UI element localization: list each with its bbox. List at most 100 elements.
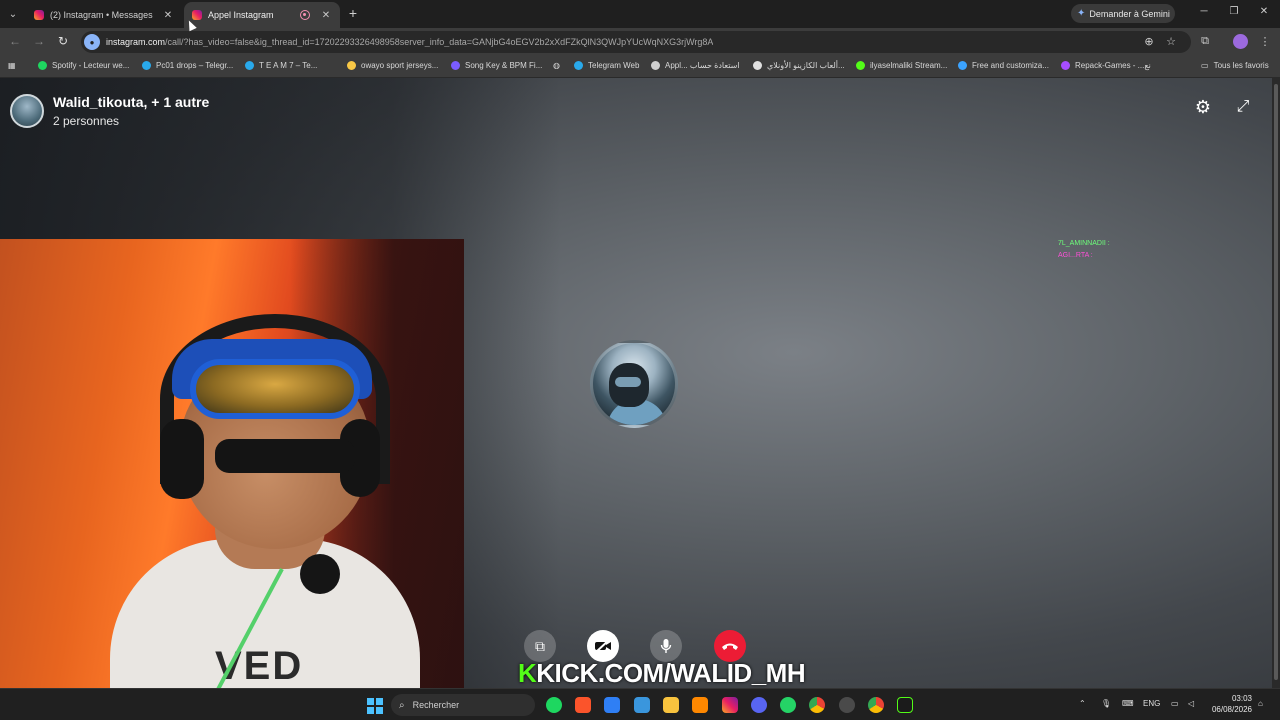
stake-icon xyxy=(753,61,762,70)
settings-gear-icon[interactable]: ⚙ xyxy=(1193,97,1213,117)
zoom-icon[interactable]: ⊕ xyxy=(1142,35,1156,48)
bookmark-item[interactable]: T E A M 7 – Te... xyxy=(245,61,317,70)
bookmark-item[interactable]: Song Key & BPM Fi... xyxy=(451,61,542,70)
window-close-icon[interactable]: ✕ xyxy=(1257,6,1271,17)
telegram-icon xyxy=(574,61,583,70)
songkey-icon xyxy=(451,61,460,70)
call-header: Walid_tikouta, + 1 autre 2 personnes xyxy=(10,94,209,128)
chat-line: AGI...RTA : xyxy=(1058,252,1093,259)
volume-icon[interactable]: ◁ xyxy=(1188,699,1194,708)
call-title: Walid_tikouta, + 1 autre xyxy=(53,94,210,110)
bookmarks-bar: ▦ Spotify - Lecteur we... Pc01 drops – T… xyxy=(0,56,1280,78)
kick-icon xyxy=(856,61,865,70)
bookmark-item[interactable]: owayo sport jerseys... xyxy=(347,61,438,70)
address-bar[interactable]: ● instagram.com /call/?has_video=false&i… xyxy=(81,31,1191,53)
gemini-spark-icon: ✦ xyxy=(1077,8,1086,19)
defender-icon[interactable] xyxy=(604,697,620,713)
opera-gx-icon[interactable] xyxy=(839,697,855,713)
taskbar-search[interactable]: ⌕ Rechercher xyxy=(391,694,535,716)
kick-overlay-text: KKICK.COM/WALID_MH xyxy=(518,658,806,688)
windows-start-icon[interactable] xyxy=(367,698,383,714)
stream-chat-overlay: 7L_AMINNADII : AGI...RTA : xyxy=(1058,238,1110,262)
file-explorer-icon[interactable] xyxy=(663,697,679,713)
kick-logo-letter: K xyxy=(518,658,537,688)
call-header-text: Walid_tikouta, + 1 autre 2 personnes xyxy=(53,94,209,128)
apple-icon xyxy=(651,61,660,70)
avatar[interactable] xyxy=(1233,34,1248,49)
end-call-glyph xyxy=(722,643,738,650)
discord-icon[interactable] xyxy=(751,697,767,713)
site-info-icon[interactable]: ● xyxy=(84,34,100,50)
folder-icon: ▭ xyxy=(1201,61,1209,70)
fullscreen-icon[interactable]: ⤢ xyxy=(1234,98,1252,116)
whatsapp-icon[interactable] xyxy=(780,697,796,713)
browser-toolbar: ← → ↻ ● instagram.com /call/?has_video=f… xyxy=(0,28,1280,56)
all-bookmarks[interactable]: ▭ Tous les favoris xyxy=(1201,61,1269,70)
kick-url: KICK.COM/WALID_MH xyxy=(536,658,806,688)
windows-taskbar: ⌕ Rechercher ⌃ 🎙 ⌨ ENG ▭ ◁ 03:03 06/08/2… xyxy=(0,688,1280,720)
video-headset-cup xyxy=(160,419,204,499)
bookmark-item[interactable]: ilyaselmaliki Stream... xyxy=(856,61,947,70)
close-icon[interactable]: ✕ xyxy=(320,10,332,21)
extensions-icon[interactable]: ⧉ xyxy=(1198,35,1212,48)
call-participants: 2 personnes xyxy=(53,114,120,128)
clock-time: 03:03 xyxy=(1231,694,1252,703)
plus-icon[interactable]: + xyxy=(346,5,360,21)
store-icon[interactable] xyxy=(634,697,650,713)
apps-icon[interactable]: ▦ xyxy=(8,61,16,70)
avatar-visor xyxy=(615,377,641,387)
language-indicator[interactable]: ENG xyxy=(1143,699,1160,708)
telegram-icon xyxy=(142,61,151,70)
vlc-icon[interactable] xyxy=(692,697,708,713)
video-glasses xyxy=(215,439,355,473)
instagram-icon[interactable] xyxy=(722,697,738,713)
owayo-icon xyxy=(347,61,356,70)
video-off-glyph xyxy=(595,639,611,653)
gemini-label: Demander à Gemini xyxy=(1089,8,1170,19)
tab-menu-icon[interactable]: ⌄ xyxy=(4,5,22,23)
bookmark-item[interactable]: Telegram Web xyxy=(574,61,639,70)
video-goggle xyxy=(190,359,360,419)
microphone-icon[interactable]: 🎙 xyxy=(1101,699,1111,708)
bookmark-item[interactable]: Repack-Games - ...نع xyxy=(1061,61,1151,70)
video-mic xyxy=(300,554,340,594)
repack-icon xyxy=(1061,61,1070,70)
remote-participant-avatar xyxy=(590,340,678,428)
search-label: Rechercher xyxy=(412,700,460,710)
tab-instagram-call[interactable]: Appel Instagram ✕ xyxy=(184,2,340,28)
url-host: instagram.com xyxy=(106,37,166,47)
keyboard-icon[interactable]: ⌨ xyxy=(1122,699,1134,708)
forward-icon[interactable]: → xyxy=(31,34,47,48)
bookmark-item[interactable]: Spotify - Lecteur we... xyxy=(38,61,129,70)
minimize-icon[interactable]: ─ xyxy=(1197,6,1211,17)
bookmark-item[interactable]: Free and customiza... xyxy=(958,61,1049,70)
page-scrollbar[interactable] xyxy=(1272,78,1280,688)
chrome-icon[interactable] xyxy=(809,697,825,713)
kick-app-icon[interactable] xyxy=(897,697,913,713)
spotify-icon xyxy=(38,61,47,70)
more-icon[interactable]: ⋮ xyxy=(1258,35,1272,48)
bookmark-item[interactable]: ألعاب الكازينو الأونلاي... xyxy=(753,61,845,70)
notification-icon[interactable]: ⌂ xyxy=(1258,699,1263,708)
tab-instagram-messages[interactable]: (2) Instagram • Messages ✕ xyxy=(26,2,182,28)
bookmark-item[interactable]: Pc01 drops – Telegr... xyxy=(142,61,233,70)
brave-icon[interactable] xyxy=(575,697,591,713)
bookmark-item[interactable]: Appl... استعادة حساب xyxy=(651,61,740,70)
taskbar-clock[interactable]: 03:03 06/08/2026 xyxy=(1208,693,1252,715)
tab-title: Appel Instagram xyxy=(208,10,274,20)
chrome-active-icon[interactable] xyxy=(868,697,884,713)
instagram-icon xyxy=(192,10,202,20)
network-icon[interactable]: ▭ xyxy=(1171,699,1179,708)
close-icon[interactable]: ✕ xyxy=(162,10,174,21)
url-path: /call/?has_video=false&ig_thread_id=1720… xyxy=(165,37,714,47)
ask-gemini-button[interactable]: ✦ Demander à Gemini xyxy=(1071,4,1175,23)
spotify-icon[interactable] xyxy=(546,697,562,713)
star-icon[interactable]: ☆ xyxy=(1164,35,1178,48)
call-stage: Walid_tikouta, + 1 autre 2 personnes ⚙ ⤢… xyxy=(0,78,1280,688)
back-icon[interactable]: ← xyxy=(7,34,23,48)
maximize-icon[interactable]: ❐ xyxy=(1227,6,1241,17)
self-video-view: VED xyxy=(0,239,464,688)
globe-icon[interactable]: ◍ xyxy=(553,61,560,70)
tray-chevron-icon[interactable]: ⌃ xyxy=(1079,699,1086,708)
reload-icon[interactable]: ↻ xyxy=(55,34,71,48)
